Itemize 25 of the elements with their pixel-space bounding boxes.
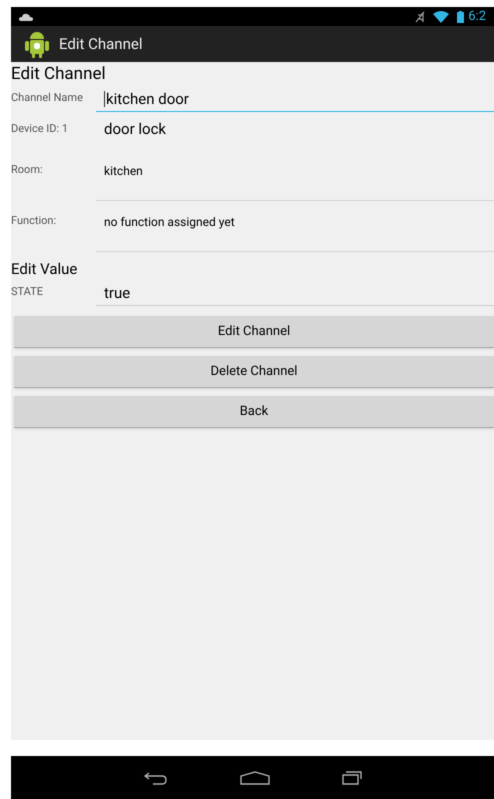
action-button[interactable]: Delete Channel <box>14 356 494 388</box>
field-label: Room: <box>11 162 44 178</box>
recent-apps-icon[interactable] <box>342 770 362 784</box>
value-display[interactable]: no function assigned yet <box>96 210 494 252</box>
muted-icon <box>415 10 426 22</box>
battery-icon <box>457 10 464 22</box>
home-icon[interactable] <box>240 770 270 784</box>
field-label: Function: <box>11 213 58 229</box>
action-button[interactable]: Edit Channel <box>14 316 494 348</box>
action-button[interactable]: Back <box>14 396 494 428</box>
field-label: STATE <box>11 284 44 300</box>
screen-title: Edit Channel <box>59 34 142 55</box>
text-field[interactable]: kitchen door <box>96 87 494 112</box>
section-heading: Edit Value <box>11 259 78 279</box>
wifi-icon <box>433 10 450 22</box>
section-heading: Edit Channel <box>11 63 107 85</box>
cloud-icon <box>19 12 33 20</box>
value-display[interactable]: kitchen <box>96 159 494 201</box>
clock-time: 6:2 <box>468 10 486 23</box>
app-icon <box>23 29 51 59</box>
text-field[interactable]: true <box>96 281 494 306</box>
back-icon[interactable] <box>144 770 168 784</box>
field-label: Channel Name <box>11 90 84 106</box>
field-label: Device ID: 1 <box>11 121 70 137</box>
device-name: door lock <box>103 119 166 140</box>
